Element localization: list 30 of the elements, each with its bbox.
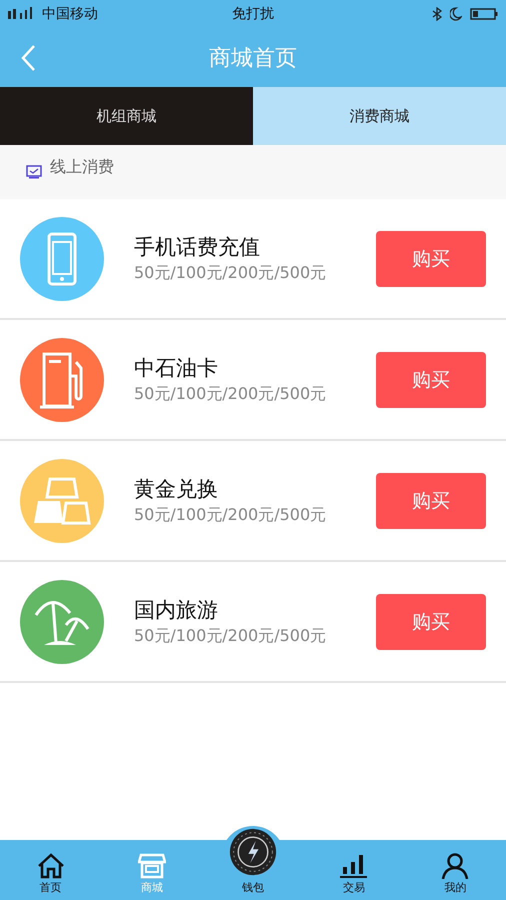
- product-name: 国内旅游: [134, 597, 219, 624]
- page-title: 商城首页: [209, 44, 297, 72]
- product-prices: 50元/100元/200元/500元: [134, 626, 328, 647]
- nav-item[interactable]: 我的: [404, 853, 506, 900]
- nav-item[interactable]: 钱包: [202, 880, 304, 900]
- tab[interactable]: 消费商城: [253, 87, 506, 145]
- tab[interactable]: 机组商城: [0, 87, 253, 145]
- home-icon: [36, 853, 65, 879]
- user-icon: [441, 853, 470, 879]
- product-prices: 50元/100元/200元/500元: [134, 505, 328, 526]
- nav-item[interactable]: 交易: [304, 853, 405, 900]
- status-text: 免打扰: [232, 5, 274, 23]
- carrier-name: 中国移动: [42, 5, 98, 23]
- fuel-pump-icon: [40, 350, 84, 410]
- monitor-icon: [26, 165, 42, 179]
- product-name: 手机话费充值: [134, 234, 261, 261]
- coin-logo-icon[interactable]: [229, 828, 277, 876]
- product-prices: 50元/100元/200元/500元: [134, 384, 328, 405]
- nav-item[interactable]: 首页: [0, 853, 102, 900]
- storefront-icon: [138, 853, 166, 879]
- bluetooth-icon: [432, 7, 442, 21]
- product-name: 中石油卡: [134, 355, 219, 382]
- product-name: 黄金兑换: [134, 476, 219, 503]
- product-prices: 50元/100元/200元/500元: [134, 263, 328, 284]
- phone-icon: [47, 232, 77, 286]
- moon-icon: [450, 7, 462, 21]
- ingot-stack-icon: [32, 474, 92, 526]
- section-title: 线上消费: [50, 157, 114, 178]
- bar-chart-icon: [340, 853, 368, 879]
- battery-icon: [470, 7, 498, 21]
